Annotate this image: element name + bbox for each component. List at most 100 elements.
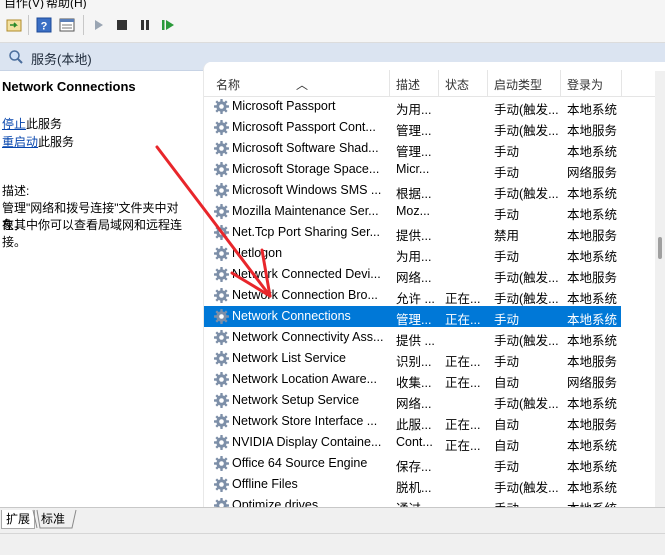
service-startup-type: 手动 <box>494 355 520 369</box>
tab-outline <box>32 509 77 529</box>
service-row[interactable]: Network Store Interface ... 此服... 正在... 自动 本… <box>204 411 621 432</box>
service-startup-type: 手动(触发... <box>494 103 559 117</box>
column-startup-type[interactable]: 启动类型 <box>494 76 542 93</box>
magnifier-icon <box>8 49 24 68</box>
service-status: 正在... <box>445 313 481 327</box>
service-log-on-as: 网络服务 <box>567 376 618 390</box>
gear-icon <box>213 161 230 178</box>
service-name: Network List Service <box>232 351 346 365</box>
service-name: Offline Files <box>232 477 298 491</box>
service-row[interactable]: Microsoft Software Shad... 管理... 手动 本地系统 <box>204 138 621 159</box>
service-startup-type: 手动 <box>494 460 520 474</box>
service-log-on-as: 本地服务 <box>567 355 618 369</box>
service-name: Microsoft Passport Cont... <box>232 120 376 134</box>
description-line-2: 在其中你可以查看局域网和远程连 <box>2 218 183 232</box>
gear-icon <box>213 476 230 493</box>
service-row[interactable]: Optimize drives 通过... 手动本地系统 <box>204 495 621 507</box>
gear-icon <box>213 350 230 367</box>
properties-icon[interactable] <box>58 16 76 34</box>
service-startup-type: 手动 <box>494 498 560 507</box>
service-row[interactable]: NVIDIA Display Containe... Cont... 正在... 自动… <box>204 432 621 453</box>
service-startup-type: 手动(触发... <box>494 271 559 285</box>
service-description: 网络... <box>396 397 432 411</box>
gear-icon <box>213 308 230 325</box>
column-description[interactable]: 描述 <box>396 76 420 93</box>
services-list: ︿ 名称 描述 状态 启动类型 登录为 Microsoft Passport 为用… <box>203 62 665 507</box>
service-name: Network Store Interface ... <box>232 414 378 428</box>
service-row[interactable]: Network Connectivity Ass... 提供 ... 手动(触发..… <box>204 327 621 348</box>
start-service-icon[interactable] <box>90 16 108 34</box>
restart-service-icon[interactable] <box>159 16 177 34</box>
service-name: Mozilla Maintenance Ser... <box>232 204 379 218</box>
service-description: 管理... <box>396 313 432 327</box>
service-status: 正在... <box>445 355 481 369</box>
scrollbar-thumb[interactable] <box>658 237 662 259</box>
service-name: Network Location Aware... <box>232 372 377 386</box>
service-row[interactable]: Microsoft Passport 为用... 手动(触发... 本地系统 <box>204 96 621 117</box>
stop-service-line: 停止此服务 <box>2 115 62 132</box>
service-description: 网络... <box>396 271 432 285</box>
service-row[interactable]: Mozilla Maintenance Ser... Moz... 手动 本地系统 <box>204 201 621 222</box>
service-row[interactable]: Network Connections 管理... 正在... 手动 本地系统 <box>204 306 621 327</box>
service-startup-type: 自动 <box>494 418 520 432</box>
service-row[interactable]: Network Location Aware... 收集... 正在... 自动 网络服… <box>204 369 621 390</box>
pause-service-icon[interactable] <box>136 16 154 34</box>
view-tabs: 扩展 标准 <box>0 507 665 534</box>
description-line-3: 接。 <box>2 235 27 249</box>
menu-help[interactable]: 帮助(H) <box>46 0 87 9</box>
column-log-on-as[interactable]: 登录为 <box>567 76 603 93</box>
service-row[interactable]: Offline Files 脱机... 手动(触发... 本地系统 <box>204 474 621 495</box>
service-log-on-as: 本地服务 <box>567 229 618 243</box>
service-log-on-as: 本地系统 <box>567 292 618 306</box>
gear-icon <box>213 287 230 304</box>
service-description: 通过... <box>396 498 440 507</box>
service-status: 正在... <box>445 439 481 453</box>
service-log-on-as: 本地系统 <box>567 313 618 327</box>
vertical-scrollbar[interactable] <box>655 71 665 507</box>
show-hide-console-tree-icon[interactable] <box>5 16 23 34</box>
restart-service-suffix: 此服务 <box>38 135 75 149</box>
gear-icon <box>213 329 230 346</box>
stop-service-link[interactable]: 停止 <box>2 117 26 131</box>
service-row[interactable]: Network Connection Bro... 允许 ... 正在... 手动(触… <box>204 285 621 306</box>
gear-icon <box>213 245 230 262</box>
service-description: 此服... <box>396 418 432 432</box>
service-name: Microsoft Windows SMS ... <box>232 183 382 197</box>
service-status: 正在... <box>445 376 481 390</box>
service-description: 脱机... <box>396 481 432 495</box>
gear-icon <box>213 371 230 388</box>
service-description: 收集... <box>396 376 432 390</box>
service-row[interactable]: Office 64 Source Engine 保存... 手动 本地系统 <box>204 453 621 474</box>
service-name: Microsoft Storage Space... <box>232 162 380 176</box>
help-icon[interactable]: ? <box>35 16 53 34</box>
header-title: 服务(本地) <box>31 52 92 67</box>
gear-icon <box>213 392 230 409</box>
service-startup-type: 手动(触发... <box>494 292 559 306</box>
service-row[interactable]: Network Setup Service 网络... 手动(触发... 本地系统 <box>204 390 621 411</box>
gear-icon <box>213 434 230 451</box>
service-row[interactable]: Net.Tcp Port Sharing Ser... 提供... 禁用 本地服务 <box>204 222 621 243</box>
service-row[interactable]: Microsoft Windows SMS ... 根据... 手动(触发... 本地… <box>204 180 621 201</box>
svg-text:?: ? <box>41 21 48 33</box>
service-row[interactable]: Netlogon 为用... 手动 本地系统 <box>204 243 621 264</box>
service-description: 提供 ... <box>396 334 435 348</box>
gear-icon <box>213 203 230 220</box>
gear-icon <box>213 182 230 199</box>
service-row[interactable]: Network Connected Devi... 网络... 手动(触发... 本地… <box>204 264 621 285</box>
menu-action[interactable]: 自作(V) <box>4 0 44 9</box>
service-row[interactable]: Network List Service 识别... 正在... 手动 本地服务 <box>204 348 621 369</box>
service-name: Network Connection Bro... <box>232 288 378 302</box>
gear-icon <box>213 266 230 283</box>
service-startup-type: 手动 <box>494 208 520 222</box>
service-row[interactable]: Microsoft Passport Cont... 管理... 手动(触发... 本… <box>204 117 621 138</box>
stop-service-icon[interactable] <box>113 16 131 34</box>
service-startup-type: 自动 <box>494 439 520 453</box>
service-row[interactable]: Microsoft Storage Space... Micr... 手动 网络服务 <box>204 159 621 180</box>
restart-service-link[interactable]: 重启动 <box>2 135 38 149</box>
column-status[interactable]: 状态 <box>445 76 469 93</box>
service-startup-type: 手动 <box>494 313 520 327</box>
column-name[interactable]: 名称 <box>216 76 240 93</box>
toolbar: ? <box>0 9 665 43</box>
service-log-on-as: 本地系统 <box>567 460 618 474</box>
service-description: Cont... <box>396 435 433 449</box>
